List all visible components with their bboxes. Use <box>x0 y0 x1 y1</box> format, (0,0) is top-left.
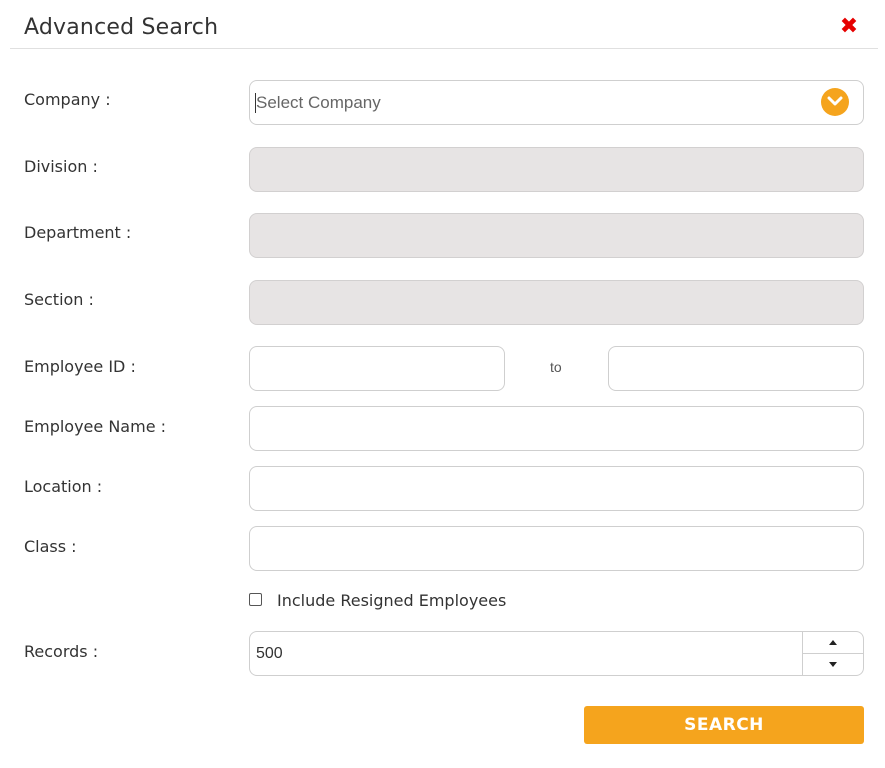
search-button[interactable]: SEARCH <box>584 706 864 744</box>
division-select <box>249 147 864 192</box>
employee-id-label: Employee ID : <box>24 357 136 376</box>
employee-id-to-input[interactable] <box>608 346 864 391</box>
records-value[interactable]: 500 <box>256 645 283 663</box>
caret-down-icon <box>829 662 837 667</box>
include-resigned-label: Include Resigned Employees <box>277 591 507 610</box>
location-input[interactable] <box>249 466 864 511</box>
records-label: Records : <box>24 642 99 661</box>
decrement-button[interactable] <box>803 654 863 675</box>
dialog-title: Advanced Search <box>24 15 219 40</box>
company-select[interactable]: Select Company <box>249 80 864 125</box>
employee-name-input[interactable] <box>249 406 864 451</box>
section-select <box>249 280 864 325</box>
records-stepper[interactable]: 500 <box>249 631 864 676</box>
increment-button[interactable] <box>803 632 863 654</box>
company-placeholder: Select Company <box>256 93 381 112</box>
employee-name-label: Employee Name : <box>24 417 167 436</box>
class-label: Class : <box>24 537 77 556</box>
class-input[interactable] <box>249 526 864 571</box>
department-label: Department : <box>24 223 132 242</box>
caret-up-icon <box>829 640 837 645</box>
close-icon[interactable]: ✖ <box>838 16 860 38</box>
department-select <box>249 213 864 258</box>
company-label: Company : <box>24 90 111 109</box>
division-label: Division : <box>24 157 98 176</box>
employee-id-to-label: to <box>550 359 562 375</box>
employee-id-from-input[interactable] <box>249 346 505 391</box>
section-label: Section : <box>24 290 94 309</box>
chevron-down-icon[interactable] <box>821 88 849 116</box>
dialog-header: Advanced Search ✖ <box>10 0 878 49</box>
records-spinner <box>802 632 863 675</box>
include-resigned-checkbox[interactable] <box>249 593 262 606</box>
location-label: Location : <box>24 477 103 496</box>
